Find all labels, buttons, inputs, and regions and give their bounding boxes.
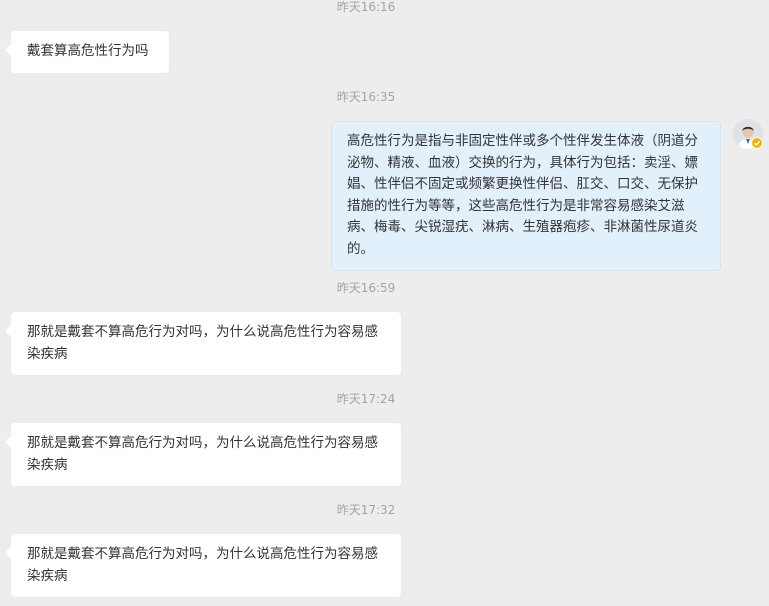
timestamp: 昨天16:35 [336, 90, 396, 104]
outgoing-message-bubble[interactable]: 高危性行为是指与非固定性伴或多个性伴发生体液（阴道分泌物、精液、血液）交换的行为… [331, 121, 727, 271]
message-text: 那就是戴套不算高危行为对吗，为什么说高危性行为容易感染疾病 [27, 324, 378, 362]
timestamp: 昨天17:24 [336, 392, 396, 406]
message-text: 那就是戴套不算高危行为对吗，为什么说高危性行为容易感染疾病 [27, 435, 378, 473]
incoming-message-bubble[interactable]: 戴套算高危性行为吗 [5, 31, 169, 73]
incoming-message-bubble[interactable]: 那就是戴套不算高危行为对吗，为什么说高危性行为容易感染疾病 [5, 312, 401, 375]
message-text: 戴套算高危性行为吗 [27, 43, 149, 59]
message-text: 高危性行为是指与非固定性伴或多个性伴发生体液（阴道分泌物、精液、血液）交换的行为… [347, 133, 698, 257]
message-text: 那就是戴套不算高危行为对吗，为什么说高危性行为容易感染疾病 [27, 546, 378, 584]
incoming-message-bubble[interactable]: 那就是戴套不算高危行为对吗，为什么说高危性行为容易感染疾病 [5, 423, 401, 486]
timestamp: 昨天16:16 [336, 0, 396, 14]
verified-badge-icon [751, 137, 763, 149]
incoming-message-bubble[interactable]: 那就是戴套不算高危行为对吗，为什么说高危性行为容易感染疾病 [5, 534, 401, 597]
timestamp: 昨天16:59 [336, 281, 396, 295]
timestamp: 昨天17:32 [336, 503, 396, 517]
